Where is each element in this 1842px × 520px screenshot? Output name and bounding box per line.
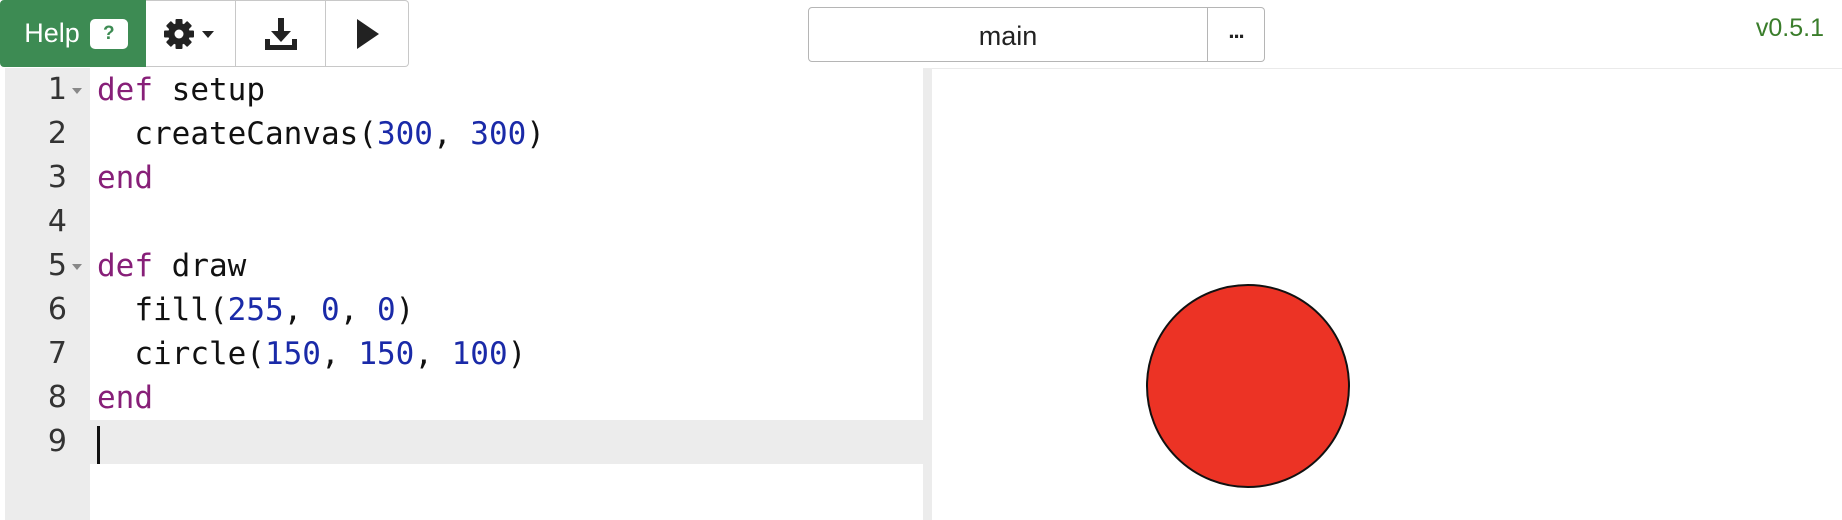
line-number: 8 bbox=[47, 380, 67, 415]
code-text: def draw bbox=[97, 248, 247, 284]
sketch-canvas bbox=[1146, 284, 1350, 488]
settings-dropdown-button[interactable] bbox=[146, 0, 236, 67]
code-line[interactable]: 7 circle(150, 150, 100) bbox=[5, 332, 923, 376]
line-number: 9 bbox=[47, 424, 67, 459]
help-label: Help bbox=[24, 18, 80, 48]
line-number: 6 bbox=[47, 292, 67, 327]
code-text: end bbox=[97, 160, 153, 196]
help-badge: ? bbox=[89, 18, 128, 49]
code-line[interactable]: 8 end bbox=[5, 376, 923, 420]
code-line[interactable]: 3 end bbox=[5, 156, 923, 200]
line-number: 1 bbox=[47, 72, 67, 107]
code-text: createCanvas(300, 300) bbox=[97, 116, 545, 152]
line-number: 4 bbox=[47, 204, 67, 239]
code-line[interactable]: 6 fill(255, 0, 0) bbox=[5, 288, 923, 332]
line-number: 3 bbox=[47, 160, 67, 195]
code-line[interactable]: 2 createCanvas(300, 300) bbox=[5, 112, 923, 156]
code-line[interactable]: 4 bbox=[5, 200, 923, 244]
code-line-active[interactable]: 9 bbox=[5, 420, 923, 464]
gear-icon bbox=[163, 18, 214, 49]
fold-toggle-icon[interactable] bbox=[72, 88, 82, 94]
file-tab-main[interactable]: main bbox=[808, 7, 1208, 62]
code-line[interactable]: 1 def setup bbox=[5, 68, 923, 112]
sketch-output-panel bbox=[932, 68, 1842, 520]
app-window: Help ? main ... v0.5.1 1 def setup 2 cre… bbox=[0, 0, 1842, 520]
download-button[interactable] bbox=[236, 0, 326, 67]
text-cursor bbox=[97, 426, 100, 464]
line-number: 5 bbox=[47, 248, 67, 283]
file-tab-group: main ... bbox=[808, 7, 1265, 62]
code-editor[interactable]: 1 def setup 2 createCanvas(300, 300) 3 e… bbox=[5, 68, 923, 520]
download-icon bbox=[264, 17, 297, 50]
code-text: circle(150, 150, 100) bbox=[97, 336, 527, 372]
play-icon bbox=[357, 18, 379, 49]
line-number: 7 bbox=[47, 336, 67, 371]
toolbar: Help ? bbox=[0, 0, 409, 68]
code-text: fill(255, 0, 0) bbox=[97, 292, 415, 328]
pane-splitter[interactable] bbox=[923, 68, 932, 520]
code-text: end bbox=[97, 380, 153, 416]
fold-toggle-icon[interactable] bbox=[72, 264, 82, 270]
help-button[interactable]: Help ? bbox=[0, 0, 146, 67]
code-text: def setup bbox=[97, 72, 265, 108]
code-line[interactable]: 5 def draw bbox=[5, 244, 923, 288]
red-circle bbox=[1146, 284, 1350, 488]
run-button[interactable] bbox=[326, 0, 409, 67]
file-options-button[interactable]: ... bbox=[1208, 7, 1265, 62]
more-label: ... bbox=[1228, 17, 1244, 43]
chevron-down-icon bbox=[201, 30, 214, 38]
version-label: v0.5.1 bbox=[1755, 14, 1824, 42]
line-number: 2 bbox=[47, 116, 67, 151]
